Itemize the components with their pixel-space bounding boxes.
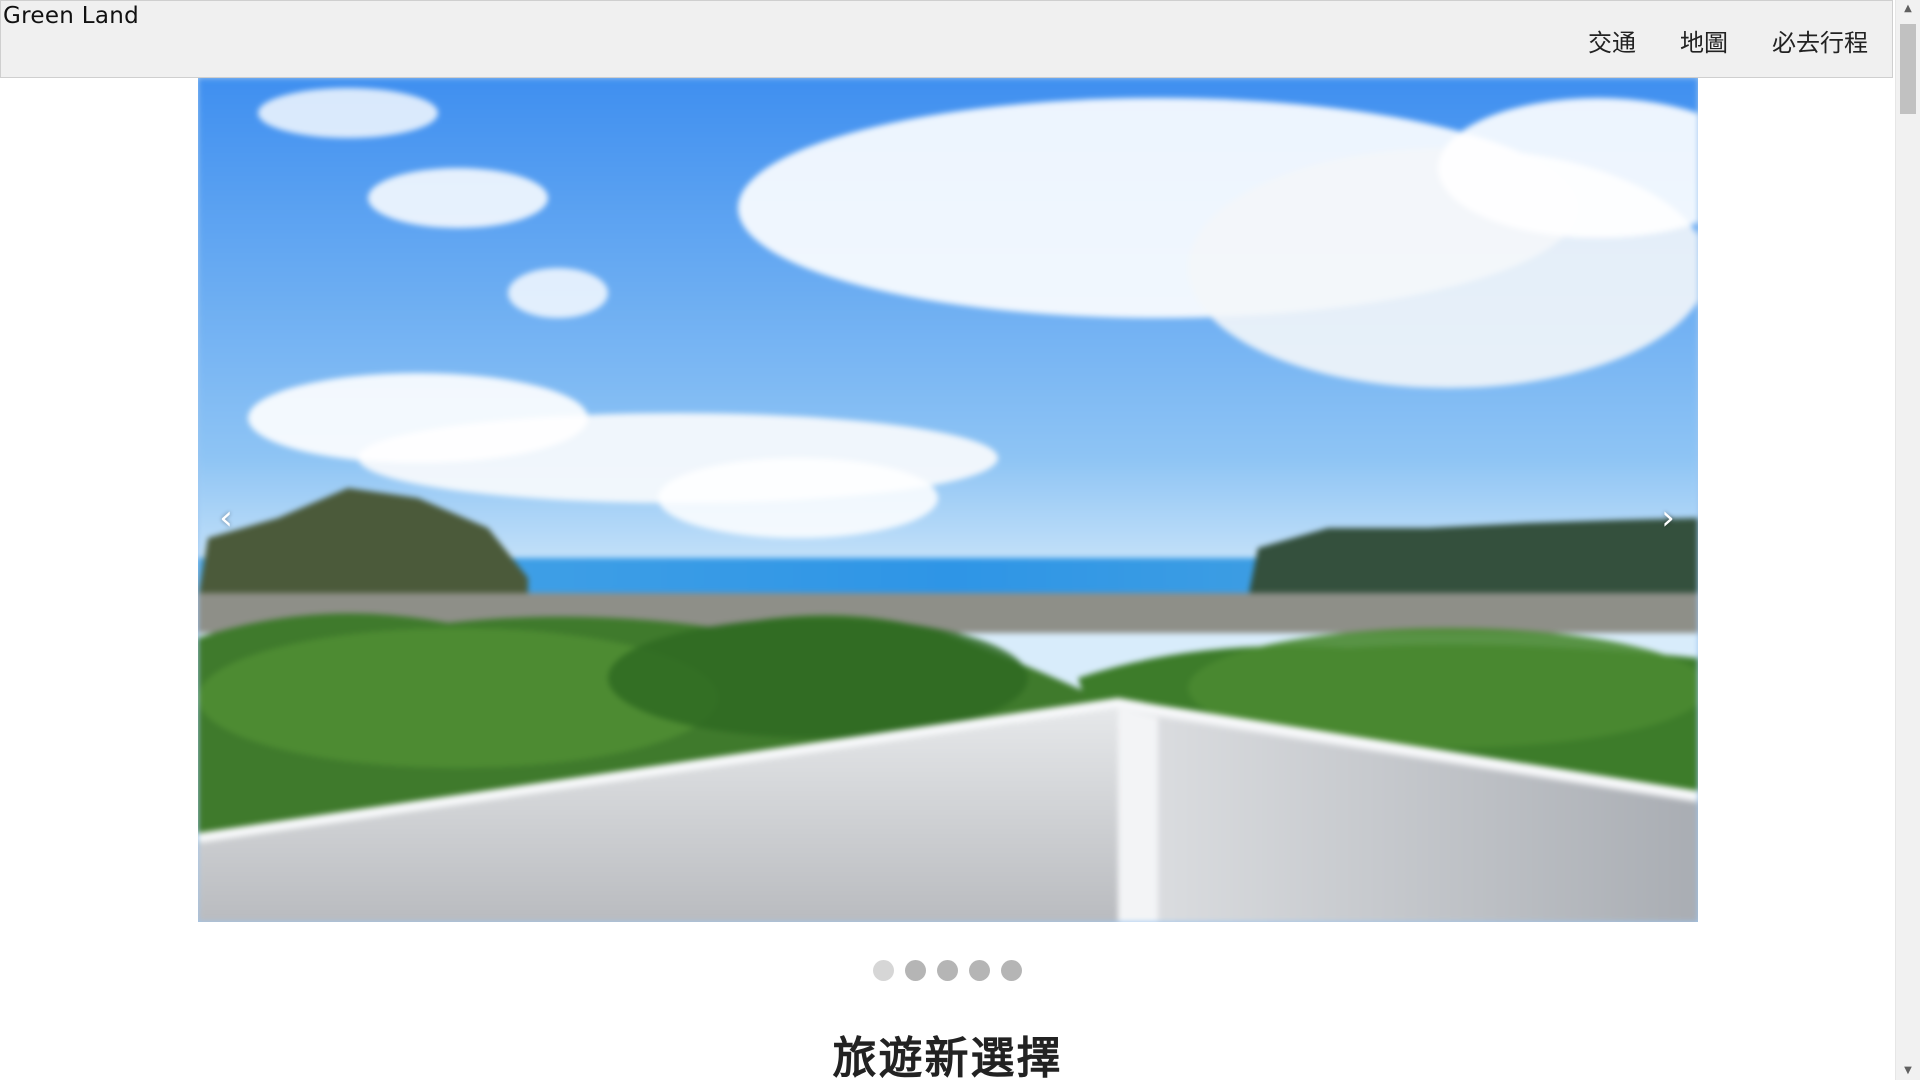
brand-logo-text[interactable]: Green Land [3,3,139,29]
carousel-indicators [0,960,1895,981]
nav-link-itinerary[interactable]: 必去行程 [1772,23,1868,58]
scroll-down-arrow-icon[interactable]: ▼ [1896,1062,1920,1080]
page-scrollbar[interactable]: ▲ ▼ [1895,0,1920,1080]
chevron-left-icon[interactable]: ‹ [206,488,246,548]
scrollbar-thumb[interactable] [1900,24,1916,114]
carousel-dot-2[interactable] [905,960,926,981]
carousel-dot-4[interactable] [969,960,990,981]
chevron-right-icon[interactable]: › [1648,488,1688,548]
section-title: 旅遊新選擇 [832,1033,1063,1080]
carousel-dot-1[interactable] [873,960,894,981]
page: Green Land 交通 地圖 必去行程 ‹ › 旅遊新選擇 [0,0,1895,1080]
nav-link-map[interactable]: 地圖 [1680,23,1728,58]
nav-links: 交通 地圖 必去行程 [1544,23,1868,58]
carousel-slide-image [198,78,1698,922]
top-navbar: Green Land 交通 地圖 必去行程 [0,0,1893,78]
carousel-dot-5[interactable] [1001,960,1022,981]
image-carousel[interactable]: ‹ › [198,78,1698,922]
carousel-dot-3[interactable] [937,960,958,981]
scroll-up-arrow-icon[interactable]: ▲ [1896,0,1920,18]
nav-link-transport[interactable]: 交通 [1588,23,1636,58]
